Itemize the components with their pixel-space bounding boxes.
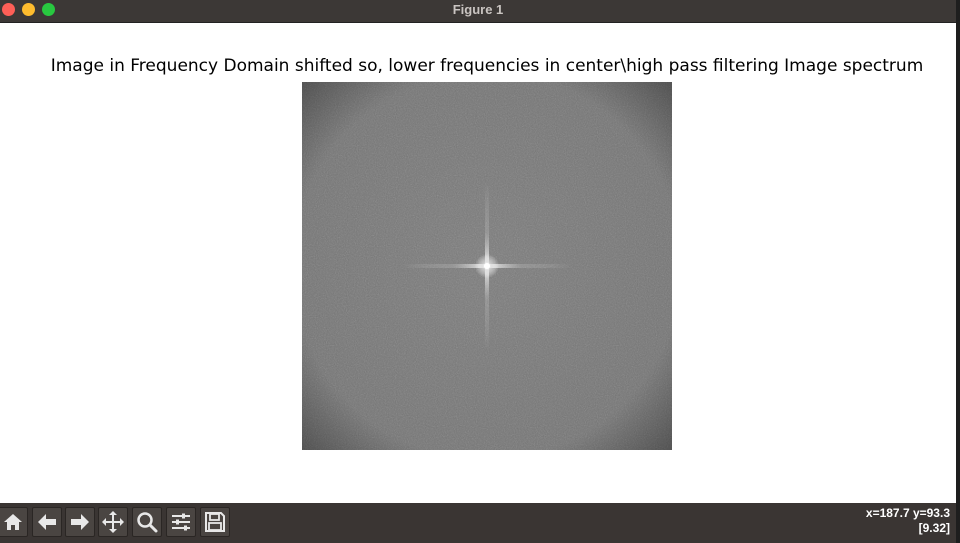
- pan-button[interactable]: [98, 507, 128, 537]
- zoom-button[interactable]: [132, 507, 162, 537]
- navigation-toolbar: x=187.7 y=93.3 [9.32]: [0, 503, 956, 543]
- zoom-icon: [137, 512, 158, 533]
- home-icon: [4, 514, 22, 530]
- window-title: Figure 1: [452, 2, 504, 17]
- spectrum-image[interactable]: [302, 82, 672, 450]
- back-button[interactable]: [32, 507, 62, 537]
- back-arrow-icon: [38, 514, 56, 530]
- title-bar[interactable]: Figure 1: [0, 0, 956, 23]
- window-edge: [956, 0, 960, 543]
- figure-canvas[interactable]: Image in Frequency Domain shifted so, lo…: [0, 23, 956, 503]
- save-button[interactable]: [200, 507, 230, 537]
- home-button[interactable]: [0, 507, 28, 537]
- configure-subplots-button[interactable]: [166, 507, 196, 537]
- forward-button[interactable]: [65, 507, 95, 537]
- coords-xy: x=187.7 y=93.3: [865, 506, 950, 520]
- pan-icon: [102, 511, 124, 533]
- forward-arrow-icon: [71, 514, 89, 530]
- cursor-coordinates: x=187.7 y=93.3 [9.32]: [866, 506, 950, 536]
- figure-window: Figure 1 Image in Frequency Domain shift…: [0, 0, 956, 543]
- spectrum-svg: [302, 82, 672, 450]
- coords-value: [9.32]: [918, 521, 950, 535]
- configure-subplots-icon: [172, 513, 190, 531]
- save-icon: [205, 512, 225, 532]
- figure-title: Image in Frequency Domain shifted so, lo…: [50, 56, 924, 76]
